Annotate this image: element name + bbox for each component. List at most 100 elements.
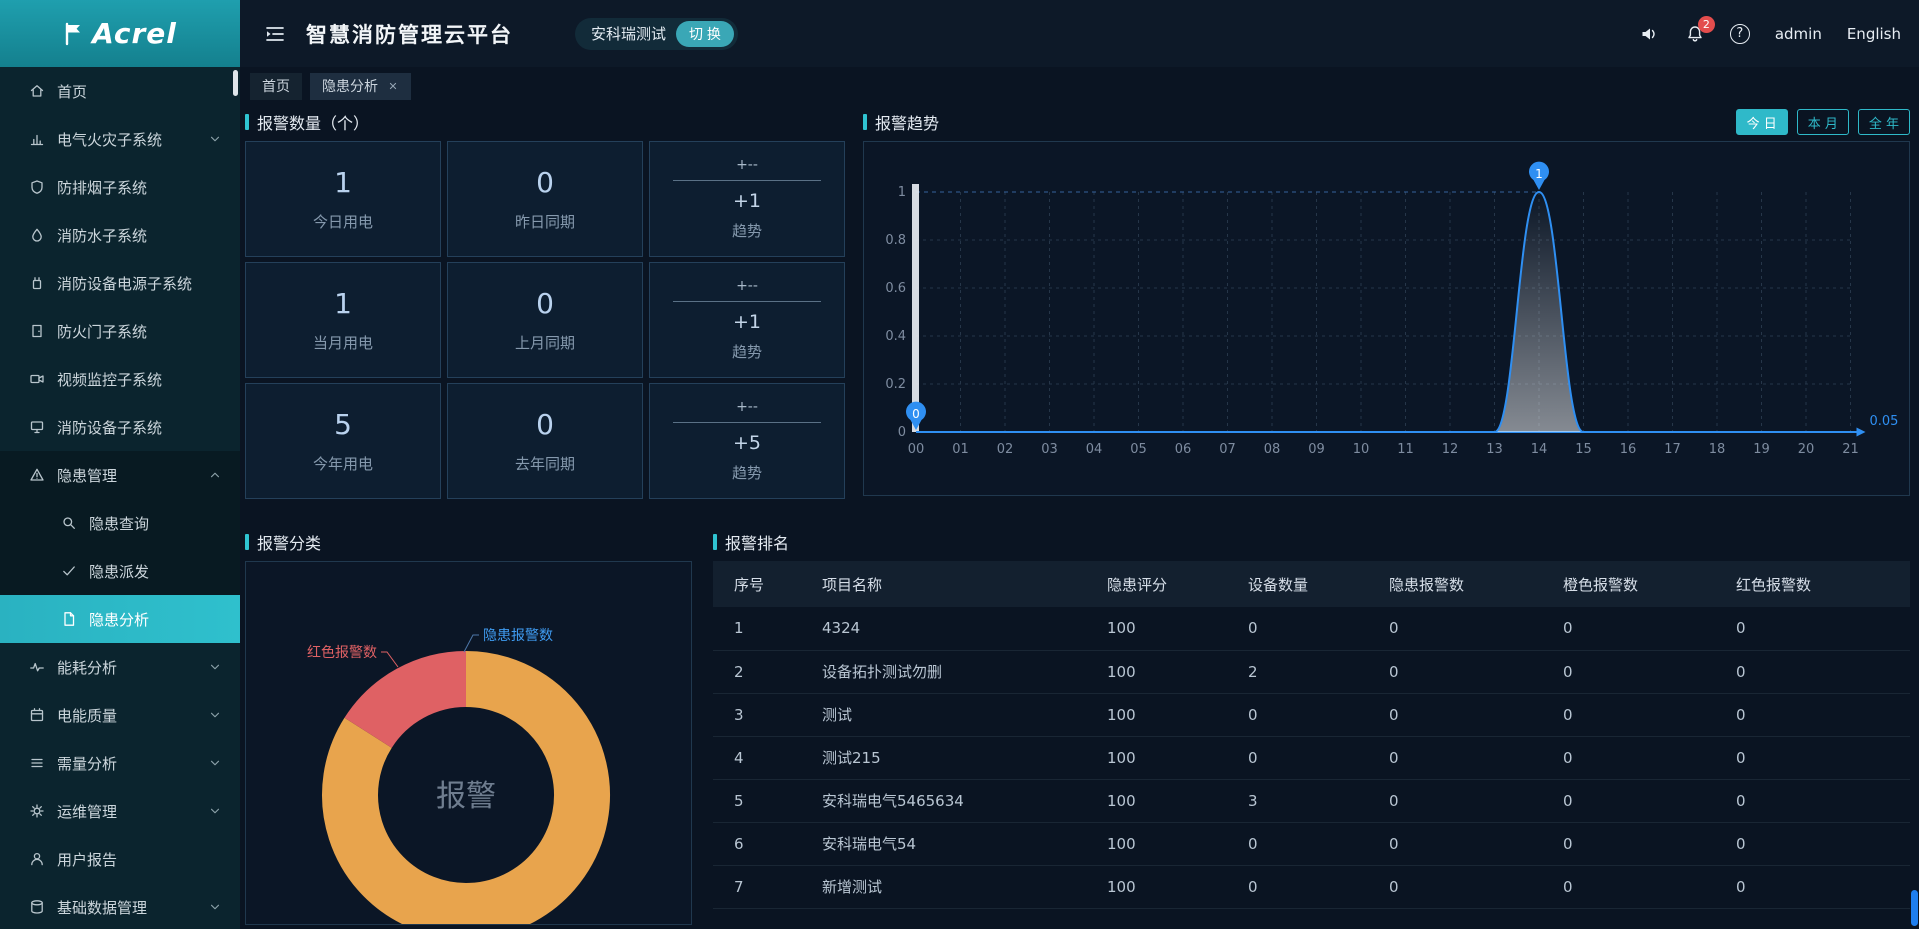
tab-label: 首页 [262, 76, 290, 96]
table-row[interactable]: 5安科瑞电气54656341003000 [713, 779, 1910, 822]
stat-label: 今年用电 [313, 453, 373, 474]
check-icon [61, 563, 77, 579]
sidebar-item-label: 消防水子系统 [57, 225, 147, 246]
trend-value: +1 [733, 190, 761, 212]
user-icon [29, 851, 45, 867]
tab-close-icon[interactable] [387, 80, 399, 92]
svg-text:0.6: 0.6 [885, 281, 906, 296]
title-accent-bar [713, 534, 717, 550]
svg-text:01: 01 [952, 442, 969, 457]
sidebar-item-2[interactable]: 电气火灾子系统 [0, 115, 240, 163]
table-cell: 0 [1368, 607, 1542, 650]
document-icon [61, 611, 77, 627]
table-cell: 测试 [801, 693, 1086, 736]
sound-icon[interactable] [1639, 24, 1660, 44]
sidebar-item-6[interactable]: 防火门子系统 [0, 307, 240, 355]
sidebar-item-5[interactable]: 消防设备电源子系统 [0, 259, 240, 307]
sidebar-item-16[interactable]: 运维管理 [0, 787, 240, 835]
notification-bell-icon[interactable]: 2 [1685, 24, 1705, 44]
alarm-count-section: 报警数量（个） 1今日用电0昨日同期+--+1趋势1当月用电0上月同期+--+1… [245, 111, 845, 499]
logo[interactable]: Acrel [0, 0, 240, 67]
tab-1[interactable]: 首页 [250, 73, 302, 100]
column-header: 红色报警数 [1715, 561, 1910, 607]
sidebar-item-1[interactable]: 首页 [0, 67, 240, 115]
table-cell: 0 [1542, 693, 1715, 736]
sidebar-item-15[interactable]: 需量分析 [0, 739, 240, 787]
sidebar-item-label: 需量分析 [57, 753, 117, 774]
sidebar-item-7[interactable]: 视频监控子系统 [0, 355, 240, 403]
stat-label: 趋势 [732, 462, 762, 483]
table-cell: 0 [1542, 607, 1715, 650]
trend-chart-panel: 00.20.40.60.810.050001020304050607080910… [863, 141, 1910, 496]
sidebar-scrollbar[interactable] [233, 70, 238, 96]
table-row[interactable]: 143241000000 [713, 607, 1910, 650]
table-cell: 100 [1086, 865, 1227, 908]
sidebar-item-11[interactable]: 隐患派发 [0, 547, 240, 595]
page-scrollbar[interactable] [1911, 890, 1918, 926]
table-cell: 2 [713, 650, 801, 693]
table-cell: 100 [1086, 607, 1227, 650]
table-row[interactable]: 3测试1000000 [713, 693, 1910, 736]
table-cell: 新增测试 [801, 865, 1086, 908]
trend-divider [673, 422, 820, 423]
table-cell: 0 [1715, 865, 1910, 908]
svg-text:红色报警数: 红色报警数 [307, 644, 377, 661]
table-cell: 0 [1715, 822, 1910, 865]
sidebar-item-9[interactable]: 隐患管理 [0, 451, 240, 499]
alarm-rank-title: 报警排名 [713, 531, 1910, 553]
stat-card: 0 上月同期 [447, 262, 643, 378]
language-toggle[interactable]: English [1847, 25, 1901, 43]
table-row[interactable]: 7新增测试1000000 [713, 865, 1910, 908]
alarm-class-section: 报警分类 报警隐患报警数红色报警数 [245, 531, 692, 925]
water-drop-icon [29, 227, 45, 243]
trend-line-chart[interactable]: 00.20.40.60.810.050001020304050607080910… [864, 142, 1909, 495]
sidebar: 首页电气火灾子系统防排烟子系统消防水子系统消防设备电源子系统防火门子系统视频监控… [0, 67, 240, 929]
sidebar-item-8[interactable]: 消防设备子系统 [0, 403, 240, 451]
range-button-year[interactable]: 全 年 [1858, 109, 1910, 135]
range-button-today[interactable]: 今 日 [1736, 109, 1788, 135]
stat-value: 5 [334, 408, 352, 441]
sidebar-item-label: 电能质量 [57, 705, 117, 726]
svg-text:0: 0 [912, 407, 920, 421]
trend-placeholder: +-- [736, 278, 758, 294]
sidebar-item-label: 防火门子系统 [57, 321, 147, 342]
help-icon[interactable]: ? [1730, 24, 1750, 44]
sidebar-item-label: 隐患派发 [89, 561, 149, 582]
sidebar-item-3[interactable]: 防排烟子系统 [0, 163, 240, 211]
stat-label: 去年同期 [515, 453, 575, 474]
sidebar-item-10[interactable]: 隐患查询 [0, 499, 240, 547]
svg-text:18: 18 [1709, 442, 1726, 457]
sidebar-item-label: 运维管理 [57, 801, 117, 822]
alarm-donut-chart[interactable]: 报警隐患报警数红色报警数 [246, 562, 691, 924]
stat-value: 0 [536, 287, 554, 320]
table-row[interactable]: 6安科瑞电气541000000 [713, 822, 1910, 865]
table-cell: 3 [1227, 779, 1368, 822]
sidebar-item-18[interactable]: 基础数据管理 [0, 883, 240, 929]
svg-text:0.05: 0.05 [1870, 414, 1899, 429]
sidebar-item-14[interactable]: 电能质量 [0, 691, 240, 739]
range-button-month[interactable]: 本 月 [1797, 109, 1849, 135]
header: Acrel 智慧消防管理云平台 安科瑞测试 切 换 2 ? admin Engl… [0, 0, 1919, 67]
sidebar-item-12[interactable]: 隐患分析 [0, 595, 240, 643]
table-row[interactable]: 4测试2151000000 [713, 736, 1910, 779]
sidebar-item-label: 视频监控子系统 [57, 369, 162, 390]
svg-text:14: 14 [1531, 442, 1548, 457]
stat-label: 当月用电 [313, 332, 373, 353]
table-row[interactable]: 2设备拓扑测试勿删1002000 [713, 650, 1910, 693]
sidebar-collapse-icon[interactable] [264, 24, 286, 44]
sidebar-item-4[interactable]: 消防水子系统 [0, 211, 240, 259]
sidebar-item-17[interactable]: 用户报告 [0, 835, 240, 883]
table-cell: 2 [1227, 650, 1368, 693]
tab-label: 隐患分析 [322, 76, 378, 96]
trend-value: +5 [733, 432, 761, 454]
stat-value: 0 [536, 408, 554, 441]
stat-label: 上月同期 [515, 332, 575, 353]
home-icon [29, 83, 45, 99]
tab-2[interactable]: 隐患分析 [310, 73, 411, 100]
device-icon [29, 419, 45, 435]
user-menu[interactable]: admin [1775, 25, 1822, 43]
table-cell: 0 [1542, 736, 1715, 779]
sidebar-nav: 首页电气火灾子系统防排烟子系统消防水子系统消防设备电源子系统防火门子系统视频监控… [0, 67, 240, 929]
tenant-switch-button[interactable]: 切 换 [676, 21, 734, 47]
sidebar-item-13[interactable]: 能耗分析 [0, 643, 240, 691]
